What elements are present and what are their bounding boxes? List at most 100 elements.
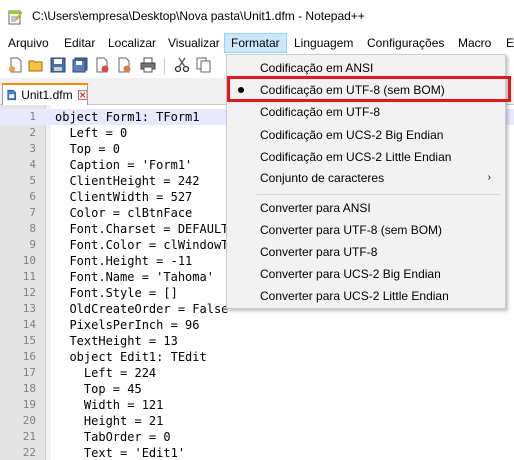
menu-editar[interactable]: Editar [58,33,101,53]
code-text[interactable]: PixelsPerInch = 96 [55,317,199,333]
menu-item-character-sets[interactable]: Conjunto de caracteres › [227,167,505,189]
menu-linguagem[interactable]: Linguagem [288,33,359,53]
line-number: 10 [22,254,36,267]
line-number: 1 [29,110,36,123]
title-bar: C:\Users\empresa\Desktop\Nova pasta\Unit… [0,0,514,33]
code-line[interactable]: 15 TextHeight = 13 [0,333,514,349]
code-line[interactable]: 17 Left = 224 [0,365,514,381]
line-number: 5 [29,174,36,187]
menu-item-label: Codificação em UCS-2 Big Endian [260,128,444,142]
code-line[interactable]: 16 object Edit1: TEdit [0,349,514,365]
menu-item-label: Converter para ANSI [260,201,371,215]
menu-item-label: Converter para UTF-8 (sem BOM) [260,223,443,237]
menu-visualizar[interactable]: Visualizar [162,33,226,53]
code-text[interactable]: Font.Name = 'Tahoma' [55,269,214,285]
save-icon[interactable] [50,57,66,73]
code-text[interactable]: Left = 0 [55,125,127,141]
line-number: 12 [22,286,36,299]
menu-item-convert-ucs2-be[interactable]: Converter para UCS-2 Big Endian [227,263,505,285]
close-icon[interactable] [94,57,110,73]
menu-item-label: Converter para UCS-2 Little Endian [260,289,449,303]
toolbar-separator [164,58,165,74]
code-text[interactable]: TextHeight = 13 [55,333,177,349]
close-all-icon[interactable] [116,57,132,73]
copy-icon[interactable] [196,57,212,73]
line-number: 18 [22,382,36,395]
new-file-icon[interactable] [8,57,24,73]
code-text[interactable]: TabOrder = 0 [55,429,171,445]
menu-item-encoding-ucs2-le[interactable]: Codificação em UCS-2 Little Endian [227,146,505,168]
line-number: 20 [22,414,36,427]
code-text[interactable]: Caption = 'Form1' [55,157,192,173]
code-line[interactable]: 18 Top = 45 [0,381,514,397]
menu-item-label: Conjunto de caracteres [260,171,385,185]
menu-item-convert-ansi[interactable]: Converter para ANSI [227,197,505,219]
menu-bar: Arquivo Editar Localizar Visualizar Form… [0,33,514,53]
code-text[interactable]: Color = clBtnFace [55,205,192,221]
line-number: 16 [22,350,36,363]
code-text[interactable]: ClientWidth = 527 [55,189,192,205]
line-number: 6 [29,190,36,203]
line-number: 22 [22,446,36,459]
save-all-icon[interactable] [72,57,88,73]
line-number: 13 [22,302,36,315]
menu-item-label: Codificação em UTF-8 [260,105,381,119]
submenu-arrow-icon: › [487,172,491,183]
menu-item-label: Codificação em UCS-2 Little Endian [260,150,452,164]
code-text[interactable]: object Edit1: TEdit [55,349,206,365]
menu-arquivo[interactable]: Arquivo [2,33,55,53]
line-number: 17 [22,366,36,379]
code-text[interactable]: Text = 'Edit1' [55,445,185,460]
line-number: 8 [29,222,36,235]
tab-label: Unit1.dfm [21,88,73,102]
menu-item-convert-utf8-no-bom[interactable]: Converter para UTF-8 (sem BOM) [227,219,505,241]
menu-item-encoding-ucs2-be[interactable]: Codificação em UCS-2 Big Endian [227,124,505,146]
menu-executar[interactable]: E [500,33,514,53]
menu-configuracoes[interactable]: Configurações [361,33,450,53]
line-number: 2 [29,126,36,139]
menu-formatar[interactable]: Formatar [224,33,287,53]
code-line[interactable]: 19 Width = 121 [0,397,514,413]
code-text[interactable]: OldCreateOrder = False [55,301,228,317]
file-icon [7,89,17,101]
line-number: 21 [22,430,36,443]
menu-separator [257,194,501,195]
code-text[interactable]: Width = 121 [55,397,163,413]
line-number: 7 [29,206,36,219]
code-line[interactable]: 21 TabOrder = 0 [0,429,514,445]
annotation-highlight-box [227,76,511,102]
code-line[interactable]: 20 Height = 21 [0,413,514,429]
code-text[interactable]: Font.Height = -11 [55,253,192,269]
line-number: 3 [29,142,36,155]
tab-unit1-dfm[interactable]: Unit1.dfm [2,83,88,105]
line-number: 15 [22,334,36,347]
line-number: 19 [22,398,36,411]
line-number: 4 [29,158,36,171]
cut-icon[interactable] [174,57,190,73]
tab-close-icon[interactable] [77,89,87,101]
code-text[interactable]: Height = 21 [55,413,163,429]
menu-item-convert-utf8[interactable]: Converter para UTF-8 [227,241,505,263]
line-number: 9 [29,238,36,251]
menu-localizar[interactable]: Localizar [102,33,162,53]
print-icon[interactable] [140,57,156,73]
code-text[interactable]: ClientHeight = 242 [55,173,199,189]
code-line[interactable]: 22 Text = 'Edit1' [0,445,514,460]
code-text[interactable]: Font.Style = [] [55,285,177,301]
open-file-icon[interactable] [28,57,44,73]
code-text[interactable]: Font.Color = clWindowText [55,237,250,253]
menu-item-label: Converter para UTF-8 [260,245,378,259]
menu-item-convert-ucs2-le[interactable]: Converter para UCS-2 Little Endian [227,285,505,307]
line-number: 14 [22,318,36,331]
menu-macro[interactable]: Macro [452,33,497,53]
menu-item-label: Converter para UCS-2 Big Endian [260,267,441,281]
window-title: C:\Users\empresa\Desktop\Nova pasta\Unit… [32,9,365,23]
code-text[interactable]: Top = 45 [55,381,142,397]
line-number: 11 [22,270,36,283]
code-text[interactable]: Left = 224 [55,365,156,381]
code-text[interactable]: object Form1: TForm1 [55,109,200,125]
code-text[interactable]: Top = 0 [55,141,120,157]
menu-item-encoding-utf8[interactable]: Codificação em UTF-8 [227,101,505,123]
code-line[interactable]: 14 PixelsPerInch = 96 [0,317,514,333]
notepadpp-app-icon[interactable] [8,9,22,25]
